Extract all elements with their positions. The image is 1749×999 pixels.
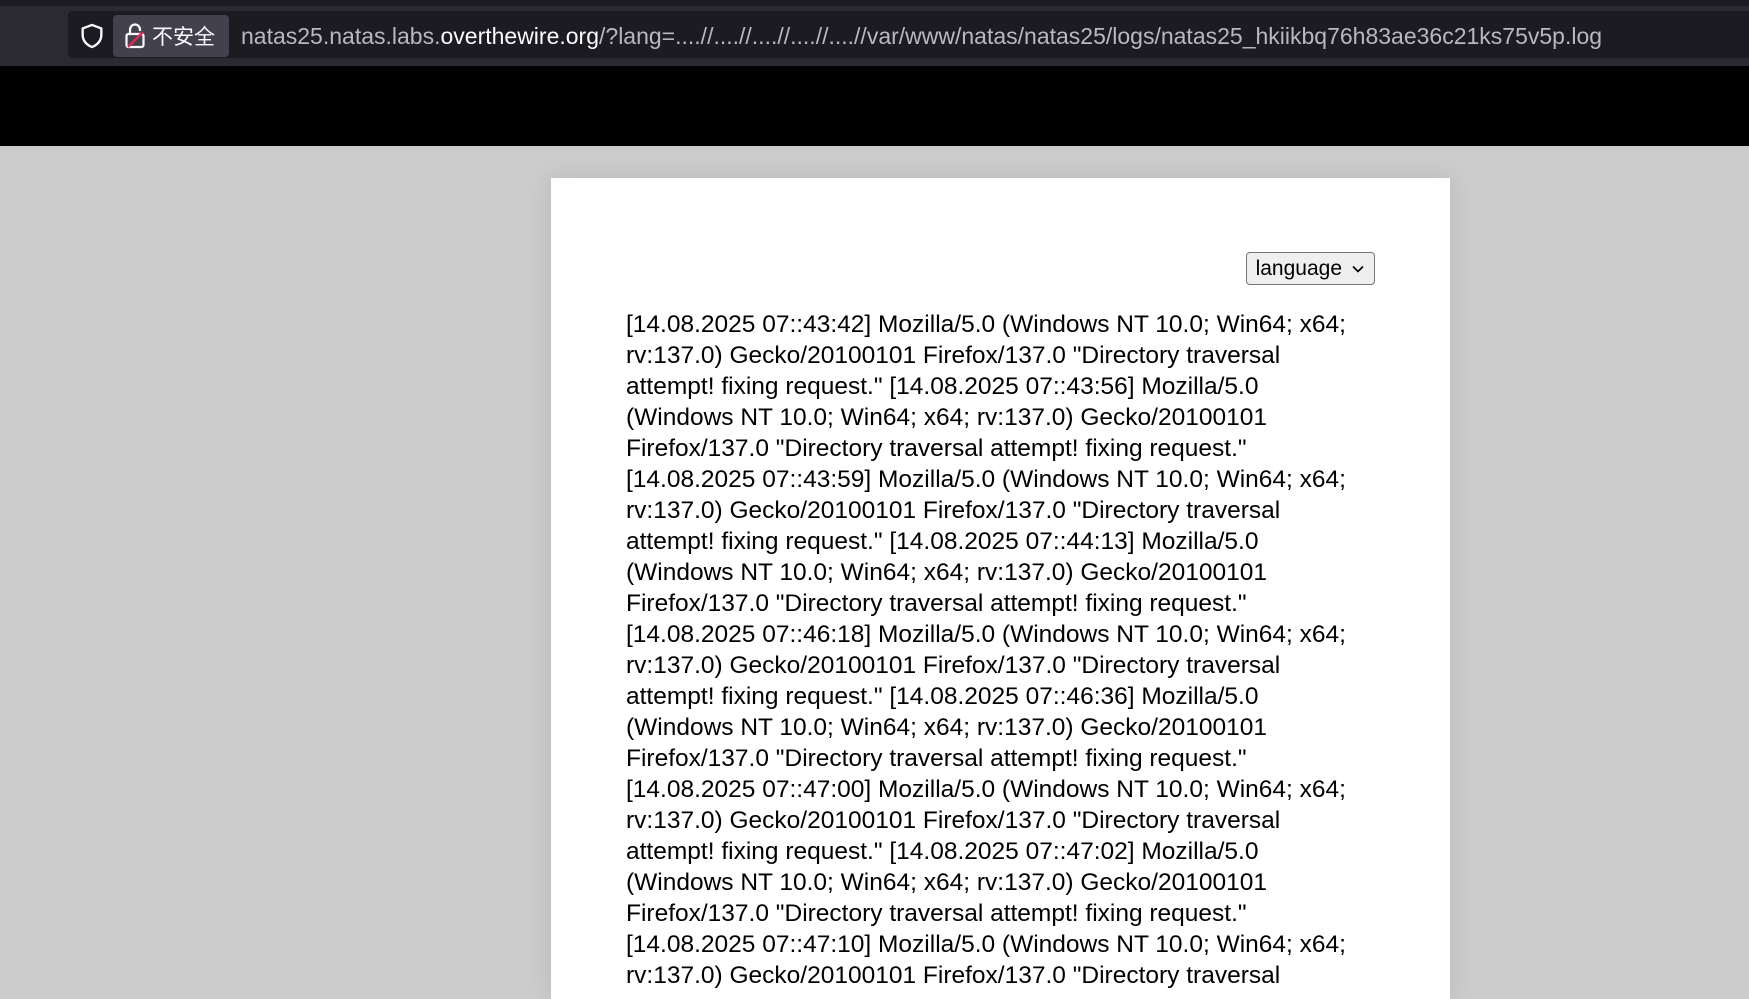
- shield-icon[interactable]: [78, 22, 106, 50]
- log-line: [14.08.2025 07::43:42] Mozilla/5.0 (Wind…: [626, 311, 1346, 338]
- log-line: [14.08.2025 07::47:10] Mozilla/5.0 (Wind…: [626, 931, 1346, 958]
- log-line: Firefox/137.0 "Directory traversal attem…: [626, 745, 1247, 772]
- log-line: attempt! fixing request." [14.08.2025 07…: [626, 838, 1259, 865]
- log-line: Firefox/137.0 "Directory traversal attem…: [626, 435, 1247, 462]
- log-line: (Windows NT 10.0; Win64; x64; rv:137.0) …: [626, 714, 1267, 741]
- log-line: Firefox/137.0 "Directory traversal attem…: [626, 590, 1247, 617]
- log-line: rv:137.0) Gecko/20100101 Firefox/137.0 "…: [626, 497, 1281, 524]
- security-warning-label: 不安全: [152, 25, 215, 49]
- log-line: rv:137.0) Gecko/20100101 Firefox/137.0 "…: [626, 807, 1281, 834]
- language-select-label: language: [1255, 256, 1342, 280]
- log-line: [14.08.2025 07::47:00] Mozilla/5.0 (Wind…: [626, 776, 1346, 803]
- log-line: [14.08.2025 07::43:59] Mozilla/5.0 (Wind…: [626, 466, 1346, 493]
- content-card: language [14.08.2025 07::43:42] Mozilla/…: [551, 178, 1450, 999]
- log-line: [14.08.2025 07::46:18] Mozilla/5.0 (Wind…: [626, 621, 1346, 648]
- chevron-down-icon: [1352, 265, 1364, 273]
- url-host: overthewire.org: [440, 23, 600, 49]
- log-line: attempt! fixing request." [14.08.2025 07…: [626, 683, 1259, 710]
- url-prefix: natas25.natas.labs.: [241, 23, 441, 49]
- log-line: rv:137.0) Gecko/20100101 Firefox/137.0 "…: [626, 962, 1281, 989]
- log-line: attempt! fixing request." [14.08.2025 07…: [626, 373, 1259, 400]
- log-content: [14.08.2025 07::43:42] Mozilla/5.0 (Wind…: [626, 309, 1386, 991]
- tab-strip: [0, 0, 1749, 6]
- browser-toolbar: 不安全 natas25.natas.labs.overthewire.org/?…: [0, 0, 1749, 66]
- log-line: (Windows NT 10.0; Win64; x64; rv:137.0) …: [626, 869, 1267, 896]
- site-security-badge[interactable]: 不安全: [113, 15, 229, 57]
- log-line: (Windows NT 10.0; Win64; x64; rv:137.0) …: [626, 559, 1267, 586]
- log-line: rv:137.0) Gecko/20100101 Firefox/137.0 "…: [626, 652, 1281, 679]
- log-line: Firefox/137.0 "Directory traversal attem…: [626, 900, 1247, 927]
- language-select[interactable]: language: [1245, 252, 1375, 285]
- url-path: /?lang=....//....//....//....//....//var…: [599, 23, 1603, 49]
- url-text[interactable]: natas25.natas.labs.overthewire.org/?lang…: [241, 20, 1602, 52]
- log-line: (Windows NT 10.0; Win64; x64; rv:137.0) …: [626, 404, 1267, 431]
- log-line: rv:137.0) Gecko/20100101 Firefox/137.0 "…: [626, 342, 1281, 369]
- page-header-band: [0, 66, 1749, 146]
- broken-lock-icon: [125, 23, 145, 49]
- log-line: attempt! fixing request." [14.08.2025 07…: [626, 528, 1259, 555]
